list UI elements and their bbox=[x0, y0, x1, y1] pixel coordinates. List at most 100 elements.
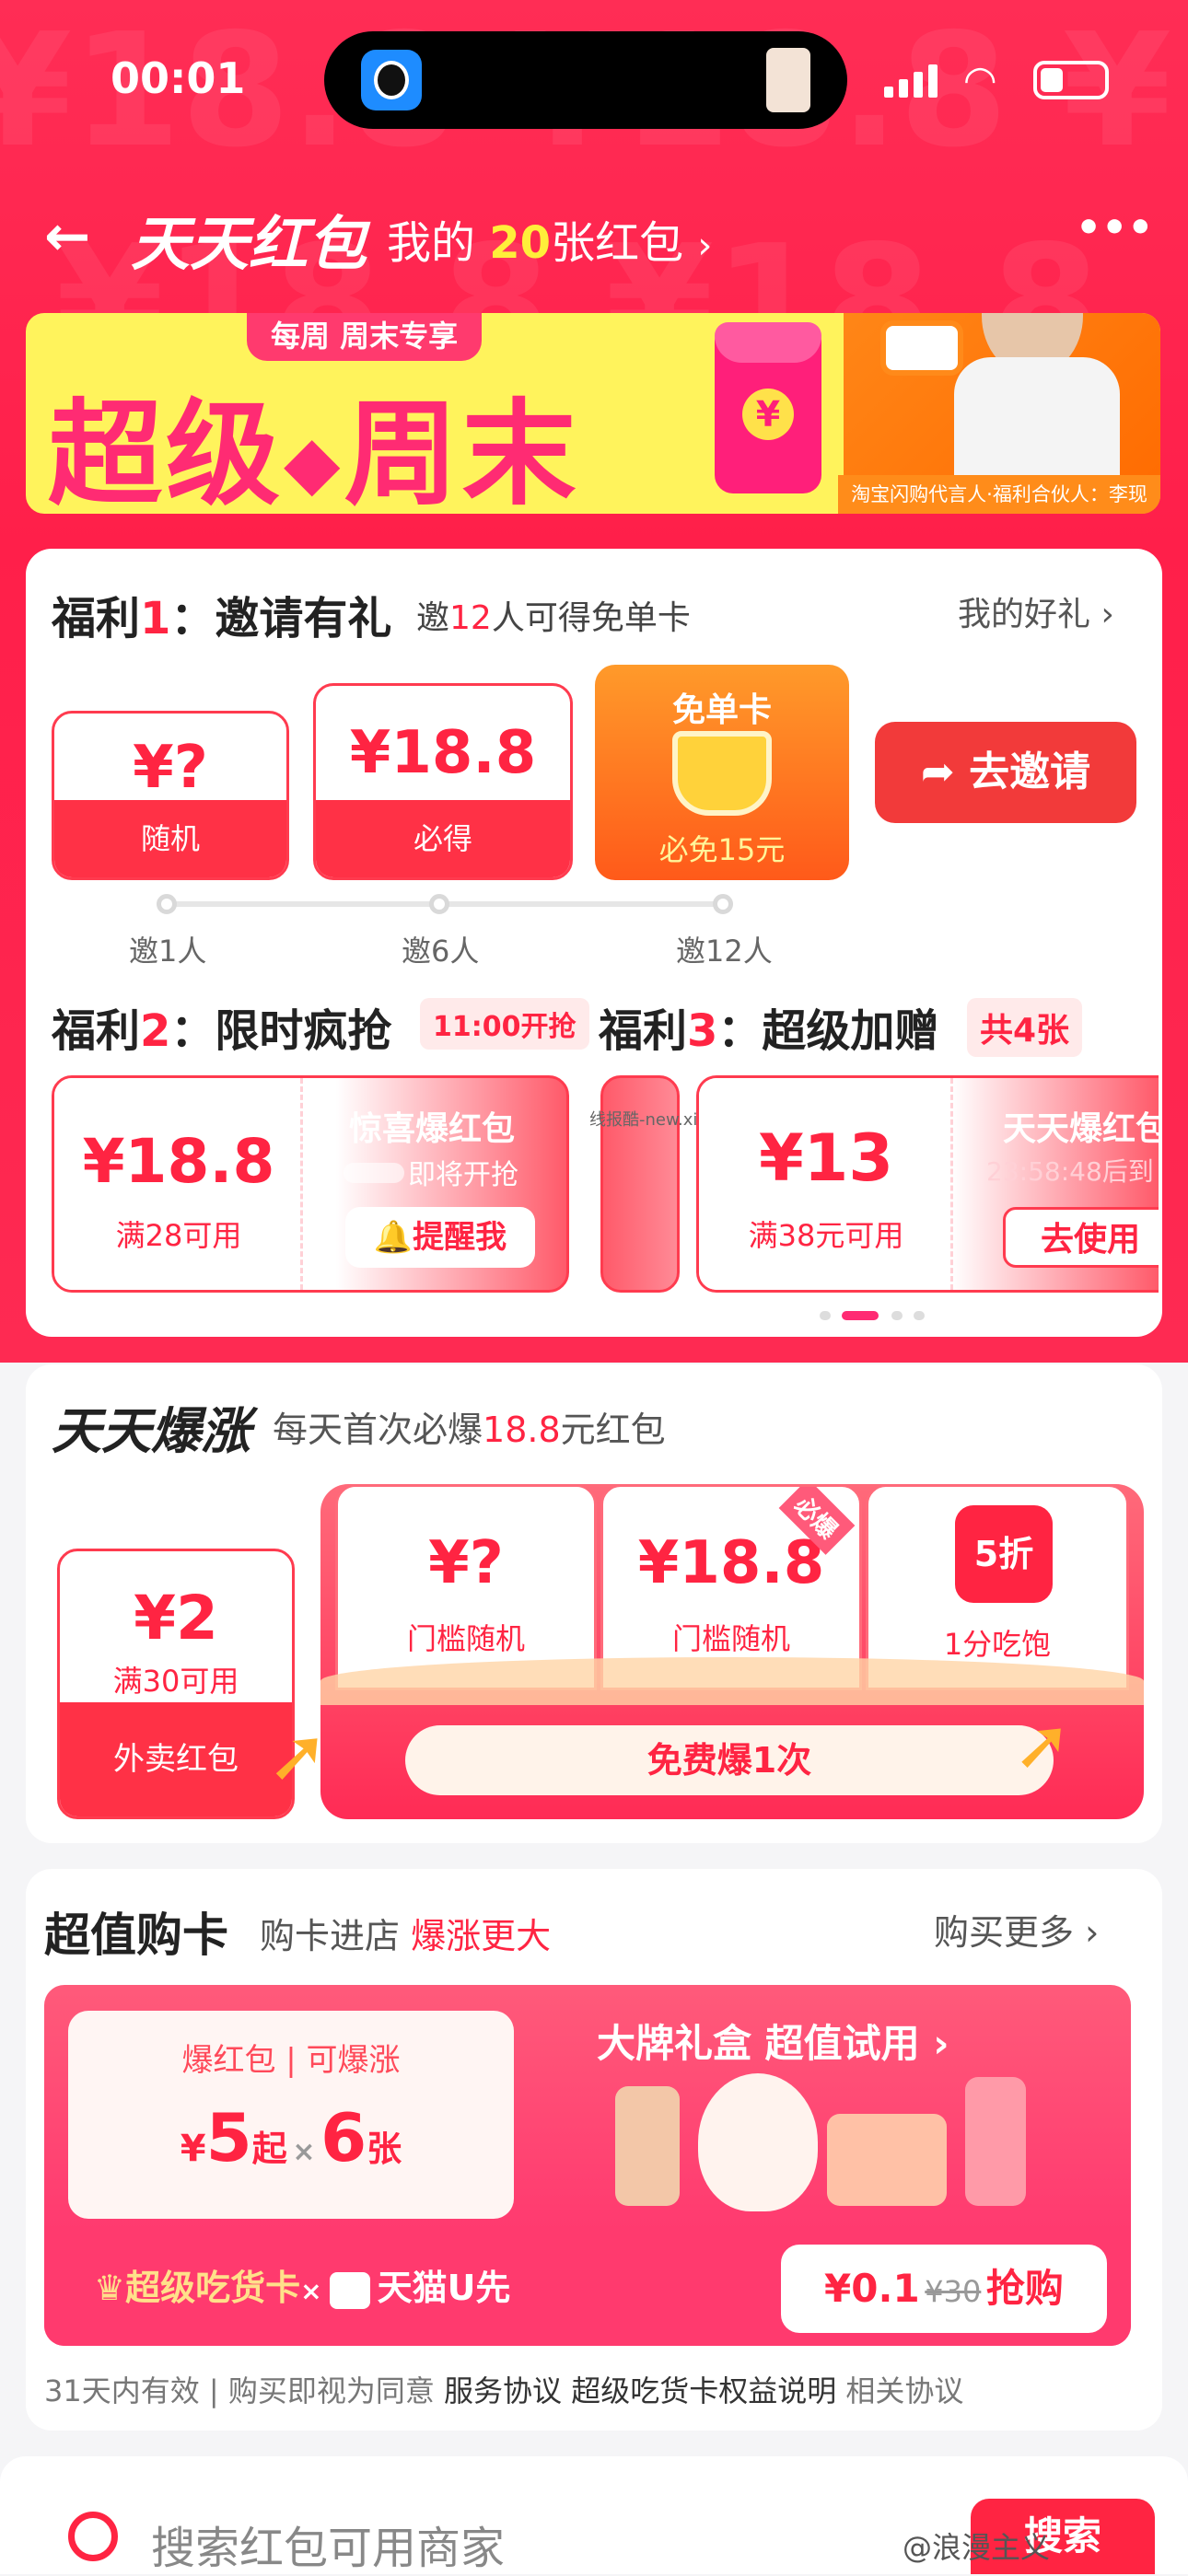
offer-yuan: ¥ bbox=[180, 2128, 206, 2170]
card-promo-banner[interactable]: 爆红包 | 可爆涨 ¥5起 × 6张 大牌礼盒 超值试用 › ♛超级吃货卡× 天猫… bbox=[44, 1985, 1131, 2346]
buy-more-label: 购买更多 bbox=[934, 1912, 1075, 1953]
face-mask-icon bbox=[698, 2073, 818, 2211]
offer-qi: 起 bbox=[251, 2129, 287, 2169]
daily-title: 天天爆涨 bbox=[52, 1402, 250, 1460]
takeout-condition: 满30可用 bbox=[112, 1664, 239, 1699]
offer-six: 6 bbox=[320, 2099, 367, 2176]
agree-text: 购买即视为同意 bbox=[227, 2373, 435, 2408]
megaphone-icon bbox=[880, 320, 963, 376]
promo-title-label: 大牌礼盒 超值试用 bbox=[597, 2021, 920, 2066]
banner-title-b: 周末 bbox=[344, 389, 580, 514]
my-count: 20 bbox=[489, 217, 552, 269]
promo-title: 大牌礼盒 超值试用 › bbox=[597, 2013, 949, 2069]
yuan-coin: ¥ bbox=[742, 389, 794, 440]
remind-me-button[interactable]: 🔔提醒我 bbox=[345, 1207, 535, 1268]
chevron-right-icon: › bbox=[697, 225, 713, 267]
my-prefix: 我的 bbox=[387, 217, 476, 269]
free-boost-button[interactable]: 免费爆1次 bbox=[405, 1725, 1054, 1795]
takeout-amount: ¥2 bbox=[134, 1583, 218, 1654]
my-suffix: 张红包 bbox=[551, 217, 684, 269]
daily-desc: 每天首次必爆18.8元红包 bbox=[273, 1401, 666, 1452]
banner-title-a: 超级 bbox=[48, 389, 285, 514]
discount-icon: 5折 bbox=[955, 1505, 1053, 1603]
offer-subtitle: 爆红包 | 可爆涨 bbox=[181, 2042, 401, 2079]
coupon-condition: 满38元可用 bbox=[748, 1218, 904, 1253]
boost-label: 门槛随机 bbox=[671, 1621, 790, 1656]
service-agreement-link[interactable]: 服务协议 bbox=[444, 2373, 562, 2408]
welfare2-title: 福利2：限时疯抢 bbox=[52, 994, 391, 1059]
buy-more-link[interactable]: 购买更多 › bbox=[934, 1904, 1099, 1955]
related-agreement-link[interactable]: 相关协议 bbox=[845, 2373, 963, 2408]
coupon-name: 天天爆红包 bbox=[1003, 1110, 1159, 1148]
reward-card-free-order: 免单卡 必免15元 bbox=[595, 665, 849, 880]
page-indicator bbox=[820, 1311, 831, 1320]
banner-title: 超级◆周末 bbox=[48, 361, 580, 514]
use-now-button[interactable]: 去使用 bbox=[1003, 1207, 1159, 1268]
card-section-title: 超值购卡 bbox=[44, 1909, 228, 1962]
offer-zhang: 张 bbox=[367, 2129, 402, 2169]
coupon-condition: 满28可用 bbox=[115, 1218, 242, 1253]
my-redpacket-link[interactable]: 我的 20张红包 › bbox=[387, 206, 712, 271]
progress-dot bbox=[713, 894, 733, 914]
reward-label: 必免15元 bbox=[658, 832, 786, 867]
loading-bar bbox=[344, 1163, 404, 1183]
reward-card-random: ¥? 随机 bbox=[52, 711, 289, 880]
up-arrow-icon: ➚ bbox=[1013, 1703, 1072, 1785]
red-envelope-icon: ¥ bbox=[715, 322, 821, 493]
card-desc-b: 爆涨更大 bbox=[411, 1916, 552, 1956]
invite-button-label: 去邀请 bbox=[969, 748, 1091, 795]
buy-label: 抢购 bbox=[985, 2266, 1064, 2311]
welfare1-title: 福利1：邀请有礼 bbox=[52, 582, 391, 646]
page-title: 天天红包 bbox=[131, 211, 367, 279]
back-arrow-icon[interactable]: ← bbox=[44, 204, 90, 269]
welfare1-title-text: ：邀请有礼 bbox=[170, 593, 392, 644]
search-input[interactable]: 搜索红包可用商家 bbox=[151, 2512, 505, 2576]
welfare3-title: 福利3：超级加赠 bbox=[599, 994, 938, 1059]
coupon-status: 即将开抢 bbox=[408, 1159, 518, 1191]
boost-label: 门槛随机 bbox=[406, 1621, 525, 1656]
page-indicator-active bbox=[842, 1311, 879, 1320]
invite-button[interactable]: ➦ 去邀请 bbox=[875, 722, 1136, 823]
music-thumbnail-icon bbox=[766, 48, 810, 112]
lipstick-icon bbox=[965, 2077, 1026, 2206]
welfare1-desc-a: 邀 bbox=[416, 599, 450, 637]
card-rights-link[interactable]: 超级吃货卡权益说明 bbox=[571, 2373, 836, 2408]
welfare2-prefix: 福利 bbox=[52, 1005, 141, 1057]
remind-label: 提醒我 bbox=[413, 1219, 507, 1256]
takeout-label: 外卖红包 bbox=[60, 1702, 292, 1816]
person-body bbox=[954, 357, 1120, 477]
offer-times: × bbox=[292, 2136, 316, 2168]
card-old-price: ¥30 bbox=[925, 2274, 982, 2309]
super-weekend-banner[interactable]: 每周 周末专享 超级◆周末 ¥ 淘宝闪购代言人·福利合伙人：李现 bbox=[26, 313, 1160, 514]
penguin-icon bbox=[374, 61, 409, 99]
boost-arc bbox=[320, 1657, 1144, 1705]
gift-box-icon bbox=[827, 2114, 947, 2206]
boost-amount: ¥? bbox=[428, 1529, 504, 1597]
reward-value: ¥? bbox=[133, 734, 208, 802]
step-label: 邀6人 bbox=[402, 934, 480, 969]
my-gifts-link[interactable]: 我的好礼 › bbox=[958, 587, 1114, 635]
buy-card-button[interactable]: ¥0.1 ¥30 抢购 bbox=[781, 2245, 1107, 2333]
offer-five: 5 bbox=[205, 2099, 252, 2176]
daily-desc-a: 每天首次必爆 bbox=[273, 1410, 483, 1450]
brand-a: 超级吃货卡 bbox=[125, 2268, 301, 2308]
welfare3-num: 3 bbox=[687, 1005, 718, 1057]
card-section-desc: 购卡进店 爆涨更大 bbox=[260, 1908, 551, 1958]
takeout-redpacket: ¥2 满30可用 外卖红包 bbox=[57, 1549, 295, 1819]
progress-dot bbox=[157, 894, 177, 914]
up-arrow-icon: ➚ bbox=[267, 1712, 330, 1798]
welfare3-coupon: ¥13 满38元可用 天天爆红包 23:58:48后到 去使用 bbox=[696, 1075, 1159, 1293]
my-gifts-label: 我的好礼 bbox=[958, 596, 1091, 633]
app-icon bbox=[361, 50, 422, 110]
offer-main: ¥5起 × 6张 bbox=[68, 2099, 514, 2176]
welfare3-title-text: ：超级加赠 bbox=[717, 1005, 939, 1057]
reward-label: 随机 bbox=[54, 800, 286, 877]
more-icon[interactable]: ••• bbox=[1076, 204, 1153, 251]
card-offer-box: 爆红包 | 可爆涨 ¥5起 × 6张 bbox=[68, 2011, 514, 2219]
daily-desc-num: 18.8 bbox=[483, 1410, 561, 1450]
brand-row: ♛超级吃货卡× 天猫U先 bbox=[94, 2259, 510, 2310]
coupon-amount: ¥18.8 bbox=[82, 1126, 275, 1197]
boost-label: 1分吃饱 bbox=[943, 1627, 1052, 1662]
card-footer: 31天内有效 | 购买即视为同意 服务协议 超级吃货卡权益说明 相关协议 bbox=[44, 2373, 964, 2408]
tmall-icon bbox=[329, 2271, 370, 2309]
